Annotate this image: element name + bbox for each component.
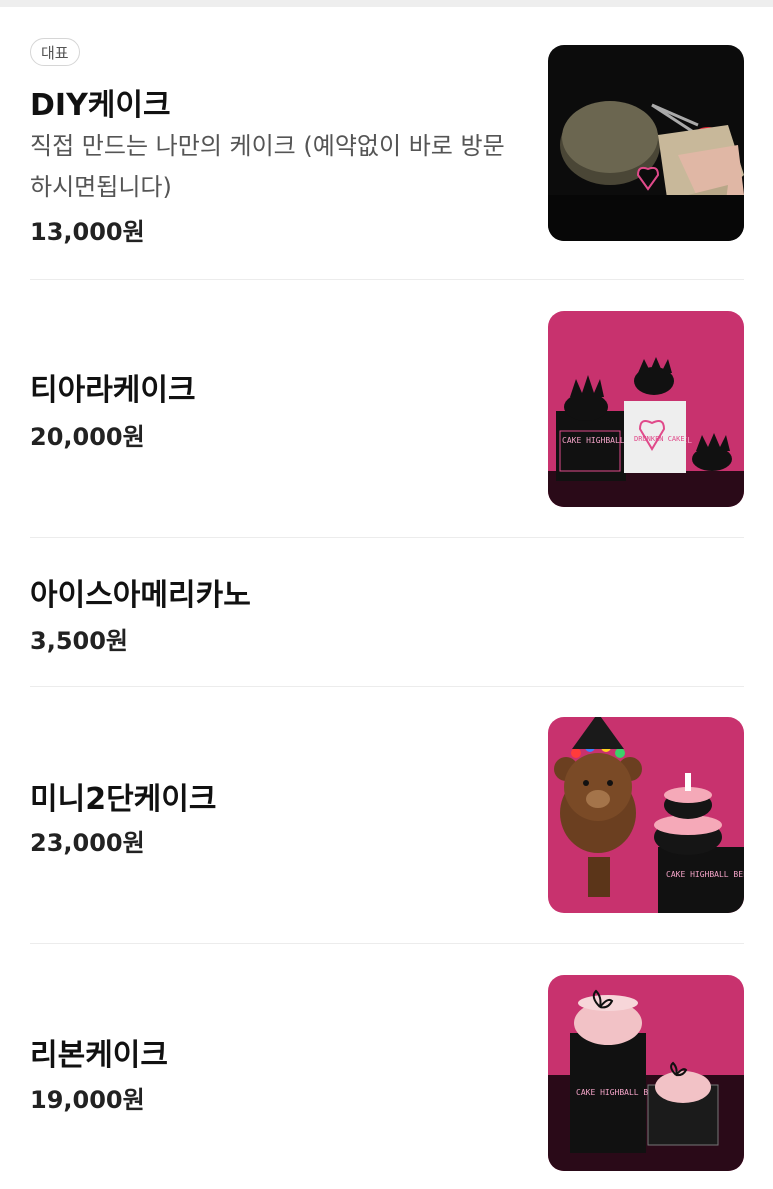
menu-item-title: DIY케이크: [30, 88, 171, 123]
menu-item-title: 미니2단케이크: [30, 782, 217, 817]
menu-item-iced-americano[interactable]: 아이스아메리카노 3,500원: [30, 568, 744, 658]
menu-item-photo[interactable]: CAKE HIGHBALL BEER COCKTAIL DRUNKEN CAKE: [548, 311, 744, 507]
box-label-right: DRUNKEN CAKE: [634, 435, 685, 443]
menu-item-tiara-cake[interactable]: 티아라케이크 20,000원 CAKE HIGHBALL BEER COCKTA…: [30, 310, 744, 507]
divider: [30, 537, 744, 538]
box-label: CAKE HIGHBALL BEER COCKTAIL: [666, 870, 744, 879]
top-strip: [0, 0, 773, 7]
diy-cake-photo: [548, 45, 744, 241]
menu-item-ribbon-cake[interactable]: 리본케이크 19,000원 CAKE HIGHBALL BEER COCKTAI…: [30, 973, 744, 1171]
menu-item-description: 직접 만드는 나만의 케이크 (예약없이 바로 방문하시면됩니다): [30, 132, 505, 201]
mini-two-tier-cake-photo: CAKE HIGHBALL BEER COCKTAIL: [548, 717, 744, 913]
divider: [30, 686, 744, 687]
menu-item-price: 3,500원: [30, 627, 128, 655]
menu-item-price: 23,000원: [30, 829, 145, 857]
menu-item-title: 아이스아메리카노: [30, 578, 251, 613]
menu-item-price: 13,000원: [30, 218, 145, 246]
menu-item-diy-cake[interactable]: 대표 DIY케이크 직접 만드는 나만의 케이크 (예약없이 바로 방문하시면됩…: [30, 38, 744, 246]
divider: [30, 279, 744, 280]
menu-item-title: 티아라케이크: [30, 373, 196, 408]
menu-item-price: 20,000원: [30, 423, 145, 451]
menu-item-photo[interactable]: CAKE HIGHBALL BEER COCKTAIL: [548, 975, 744, 1171]
featured-badge: 대표: [30, 38, 80, 66]
divider: [30, 943, 744, 944]
menu-item-title: 리본케이크: [30, 1038, 168, 1073]
menu-item-photo[interactable]: CAKE HIGHBALL BEER COCKTAIL: [548, 717, 744, 913]
ribbon-cake-photo: CAKE HIGHBALL BEER COCKTAIL: [548, 975, 744, 1171]
menu-item-mini-two-tier-cake[interactable]: 미니2단케이크 23,000원 CAKE HIGHBALL BEER COCKT…: [30, 716, 744, 913]
menu-item-price: 19,000원: [30, 1086, 145, 1114]
tiara-cake-photo: CAKE HIGHBALL BEER COCKTAIL DRUNKEN CAKE: [548, 311, 744, 507]
menu-item-photo[interactable]: [548, 45, 744, 241]
